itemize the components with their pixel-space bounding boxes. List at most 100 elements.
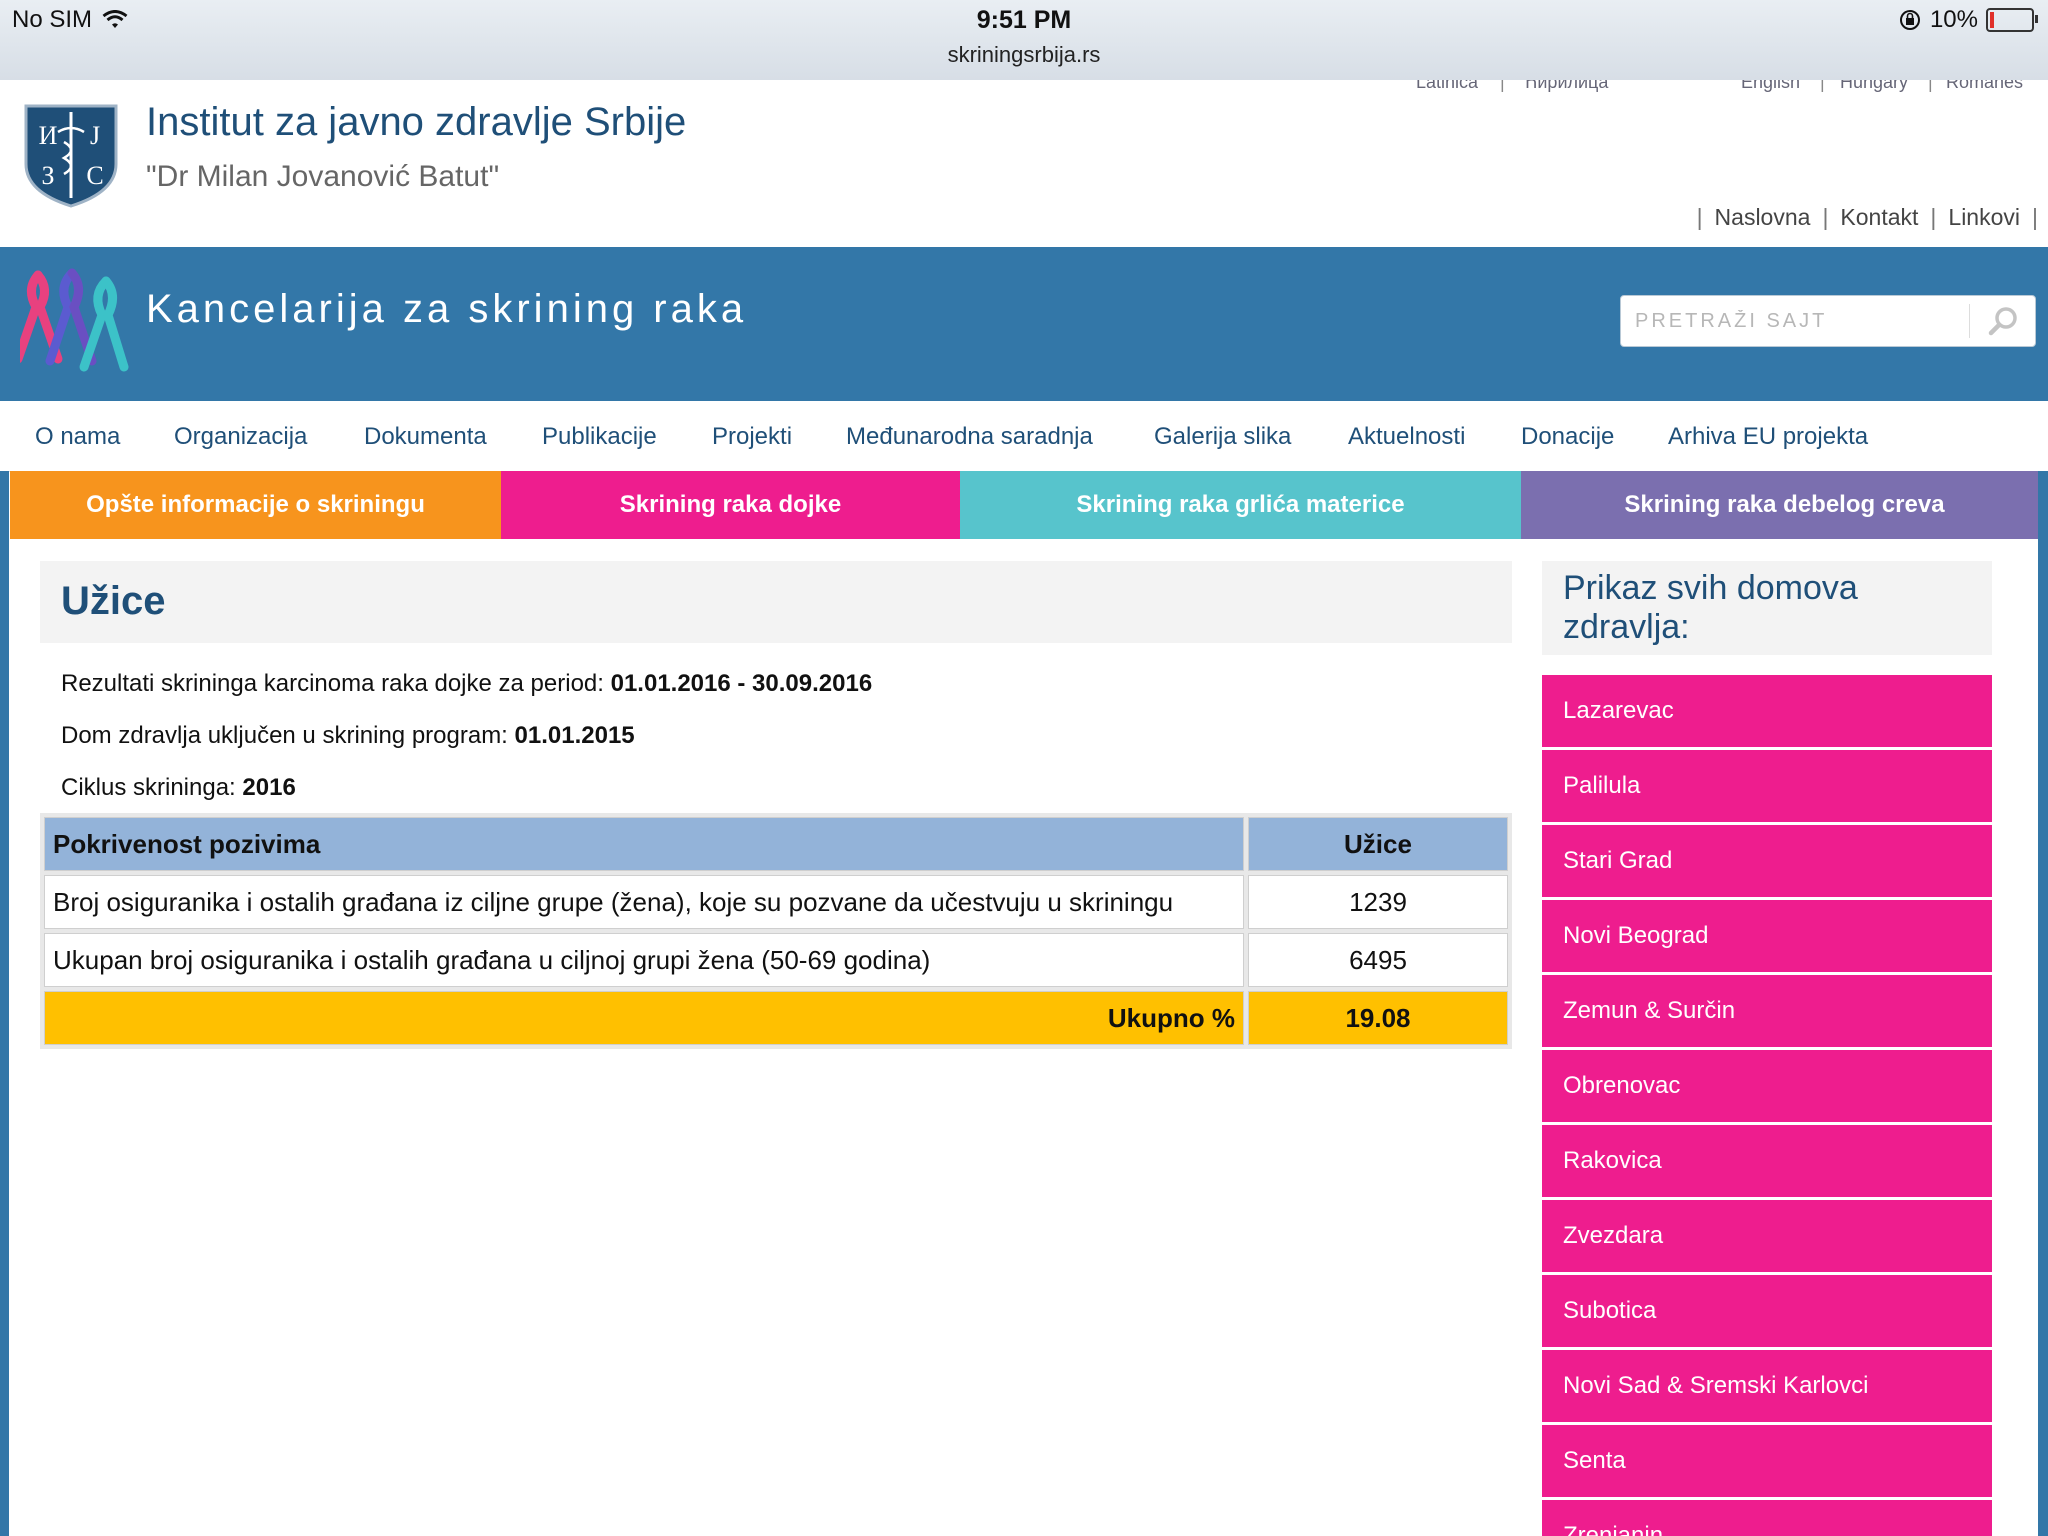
tab-skrining-raka-dojke[interactable]: Skrining raka dojke — [501, 471, 960, 539]
page-frame-right — [2038, 471, 2048, 1536]
period-value: 01.01.2016 - 30.09.2016 — [610, 670, 873, 697]
sidebar-item-zrenjanin[interactable]: Zrenjanin — [1542, 1500, 1992, 1536]
site-header: Latinica | Ћирилица English | Hungary | … — [0, 80, 2048, 247]
row-label: Ukupan broj osiguranika i ostalih građan… — [44, 933, 1244, 987]
link-linkovi[interactable]: Linkovi — [1948, 204, 2020, 231]
sidebar-item-label: Novi Sad & Sremski Karlovci — [1563, 1372, 1869, 1399]
sidebar-item-label: Zrenjanin — [1563, 1522, 1664, 1536]
battery-percent: 10% — [1929, 6, 1978, 33]
sidebar-item-label: Lazarevac — [1563, 697, 1674, 724]
ribbons-logo[interactable] — [20, 267, 130, 377]
sidebar-item-zvezdara[interactable]: Zvezdara — [1542, 1200, 1992, 1272]
sidebar-item-label: Zemun & Surčin — [1563, 997, 1736, 1024]
sidebar-item-subotica[interactable]: Subotica — [1542, 1275, 1992, 1347]
office-banner: Kancelarija za skrining raka — [0, 247, 2048, 401]
lang-hungary[interactable]: Hungary — [1840, 80, 1908, 93]
sidebar-item-zemun-surcin[interactable]: Zemun & Surčin — [1542, 975, 1992, 1047]
institute-subtitle: "Dr Milan Jovanović Batut" — [146, 160, 500, 193]
tab-skrining-debelog-creva[interactable]: Skrining raka debelog creva — [1521, 471, 2048, 539]
svg-text:С: С — [86, 161, 103, 190]
sidebar-item-label: Zvezdara — [1563, 1222, 1664, 1249]
nav-aktuelnosti[interactable]: Aktuelnosti — [1348, 423, 1465, 451]
nav-o-nama[interactable]: O nama — [35, 423, 120, 451]
nav-publikacije[interactable]: Publikacije — [542, 423, 657, 451]
nav-organizacija[interactable]: Organizacija — [174, 423, 307, 451]
address-url[interactable]: skriningsrbija.rs — [0, 42, 2048, 68]
row-value: 1239 — [1248, 875, 1508, 929]
sidebar-item-label: Palilula — [1563, 772, 1641, 799]
sidebar-item-lazarevac[interactable]: Lazarevac — [1542, 675, 1992, 747]
lang-latinica[interactable]: Latinica — [1416, 80, 1478, 93]
column-header: Pokrivenost pozivima — [44, 817, 1244, 871]
search-input[interactable] — [1621, 296, 1989, 346]
total-value: 19.08 — [1248, 991, 1508, 1045]
link-naslovna[interactable]: Naslovna — [1715, 204, 1811, 231]
table-row: Ukupan broj osiguranika i ostalih građan… — [44, 933, 1508, 987]
top-links: | Naslovna | Kontakt | Linkovi | — [1696, 204, 2038, 231]
lang-cyrillic[interactable]: Ћирилица — [1522, 80, 1608, 93]
cycle-label: Ciklus skrininga: — [61, 774, 236, 801]
table-total-row: Ukupno % 19.08 — [44, 991, 1508, 1045]
sidebar-item-obrenovac[interactable]: Obrenovac — [1542, 1050, 1992, 1122]
period-label: Rezultati skrininga karcinoma raka dojke… — [61, 670, 604, 697]
institute-title[interactable]: Institut za javno zdravlje Srbije — [146, 100, 686, 145]
row-value: 6495 — [1248, 933, 1508, 987]
table-row: Broj osiguranika i ostalih građana iz ci… — [44, 875, 1508, 929]
page-title: Užice — [61, 579, 166, 623]
tab-opste-informacije[interactable]: Opšte informacije o skriningu — [10, 471, 501, 539]
table-header-row: Pokrivenost pozivima Užice — [44, 817, 1508, 871]
period-line: Rezultati skrininga karcinoma raka dojke… — [61, 670, 872, 698]
page-title-box: Užice — [40, 561, 1512, 643]
battery-icon — [1986, 8, 2038, 32]
sidebar-item-label: Senta — [1563, 1447, 1626, 1474]
search-icon[interactable] — [1981, 302, 2025, 340]
nav-arhiva-eu-projekta[interactable]: Arhiva EU projekta — [1668, 423, 1868, 451]
status-bar: No SIM 9:51 PM skriningsrbija.rs 10% — [0, 0, 2048, 81]
page-frame-left — [0, 471, 9, 1536]
sidebar-item-rakovica[interactable]: Rakovica — [1542, 1125, 1992, 1197]
total-label: Ukupno % — [44, 991, 1244, 1045]
nav-galerija-slika[interactable]: Galerija slika — [1154, 423, 1291, 451]
battery-level — [1990, 12, 1994, 28]
tab-skrining-grlica-materice[interactable]: Skrining raka grlića materice — [960, 471, 1521, 539]
sidebar-item-senta[interactable]: Senta — [1542, 1425, 1992, 1497]
nav-donacije[interactable]: Donacije — [1521, 423, 1614, 451]
sidebar-item-label: Stari Grad — [1563, 847, 1673, 874]
lang-romanes[interactable]: Romanes — [1946, 80, 2023, 93]
status-time: 9:51 PM — [976, 6, 1072, 34]
lang-english[interactable]: English — [1741, 80, 1800, 93]
column-header: Užice — [1248, 817, 1508, 871]
sidebar-item-novi-sad[interactable]: Novi Sad & Sremski Karlovci — [1542, 1350, 1992, 1422]
sidebar-item-label: Subotica — [1563, 1297, 1657, 1324]
svg-text:И: И — [39, 121, 58, 150]
sidebar-item-palilula[interactable]: Palilula — [1542, 750, 1992, 822]
sidebar-heading-box: Prikaz svih domova zdravlja: — [1542, 561, 1992, 655]
link-kontakt[interactable]: Kontakt — [1840, 204, 1918, 231]
included-value: 01.01.2015 — [514, 722, 635, 749]
banner-title: Kancelarija za skrining raka — [146, 287, 748, 331]
institute-logo[interactable]: И J З С — [22, 102, 120, 208]
language-bar: Latinica | Ћирилица English | Hungary | … — [1400, 80, 2040, 94]
cycle-line: Ciklus skrininga: 2016 — [61, 774, 296, 802]
coverage-table: Pokrivenost pozivima Užice Broj osiguran… — [40, 813, 1512, 1049]
orientation-lock-icon — [1899, 10, 1920, 30]
svg-text:З: З — [41, 161, 54, 190]
included-label: Dom zdravlja uključen u skrining program… — [61, 722, 508, 749]
sidebar-item-label: Novi Beograd — [1563, 922, 1709, 949]
included-line: Dom zdravlja uključen u skrining program… — [61, 722, 635, 750]
sidebar-item-label: Rakovica — [1563, 1147, 1662, 1174]
status-right: 10% — [1898, 6, 2038, 34]
nav-projekti[interactable]: Projekti — [712, 423, 792, 451]
nav-medjunarodna-saradnja[interactable]: Međunarodna saradnja — [846, 423, 1093, 451]
category-tabs: Opšte informacije o skriningu Skrining r… — [10, 471, 2048, 539]
svg-text:J: J — [90, 121, 100, 150]
row-label: Broj osiguranika i ostalih građana iz ci… — [44, 875, 1244, 929]
sidebar-item-novi-beograd[interactable]: Novi Beograd — [1542, 900, 1992, 972]
sidebar-heading: Prikaz svih domova zdravlja: — [1563, 569, 1858, 646]
sidebar-item-stari-grad[interactable]: Stari Grad — [1542, 825, 1992, 897]
sidebar-item-label: Obrenovac — [1563, 1072, 1681, 1099]
main-nav: O nama Organizacija Dokumenta Publikacij… — [0, 401, 2048, 472]
cycle-value: 2016 — [242, 774, 296, 801]
nav-dokumenta[interactable]: Dokumenta — [364, 423, 487, 451]
search-box — [1620, 295, 2036, 347]
